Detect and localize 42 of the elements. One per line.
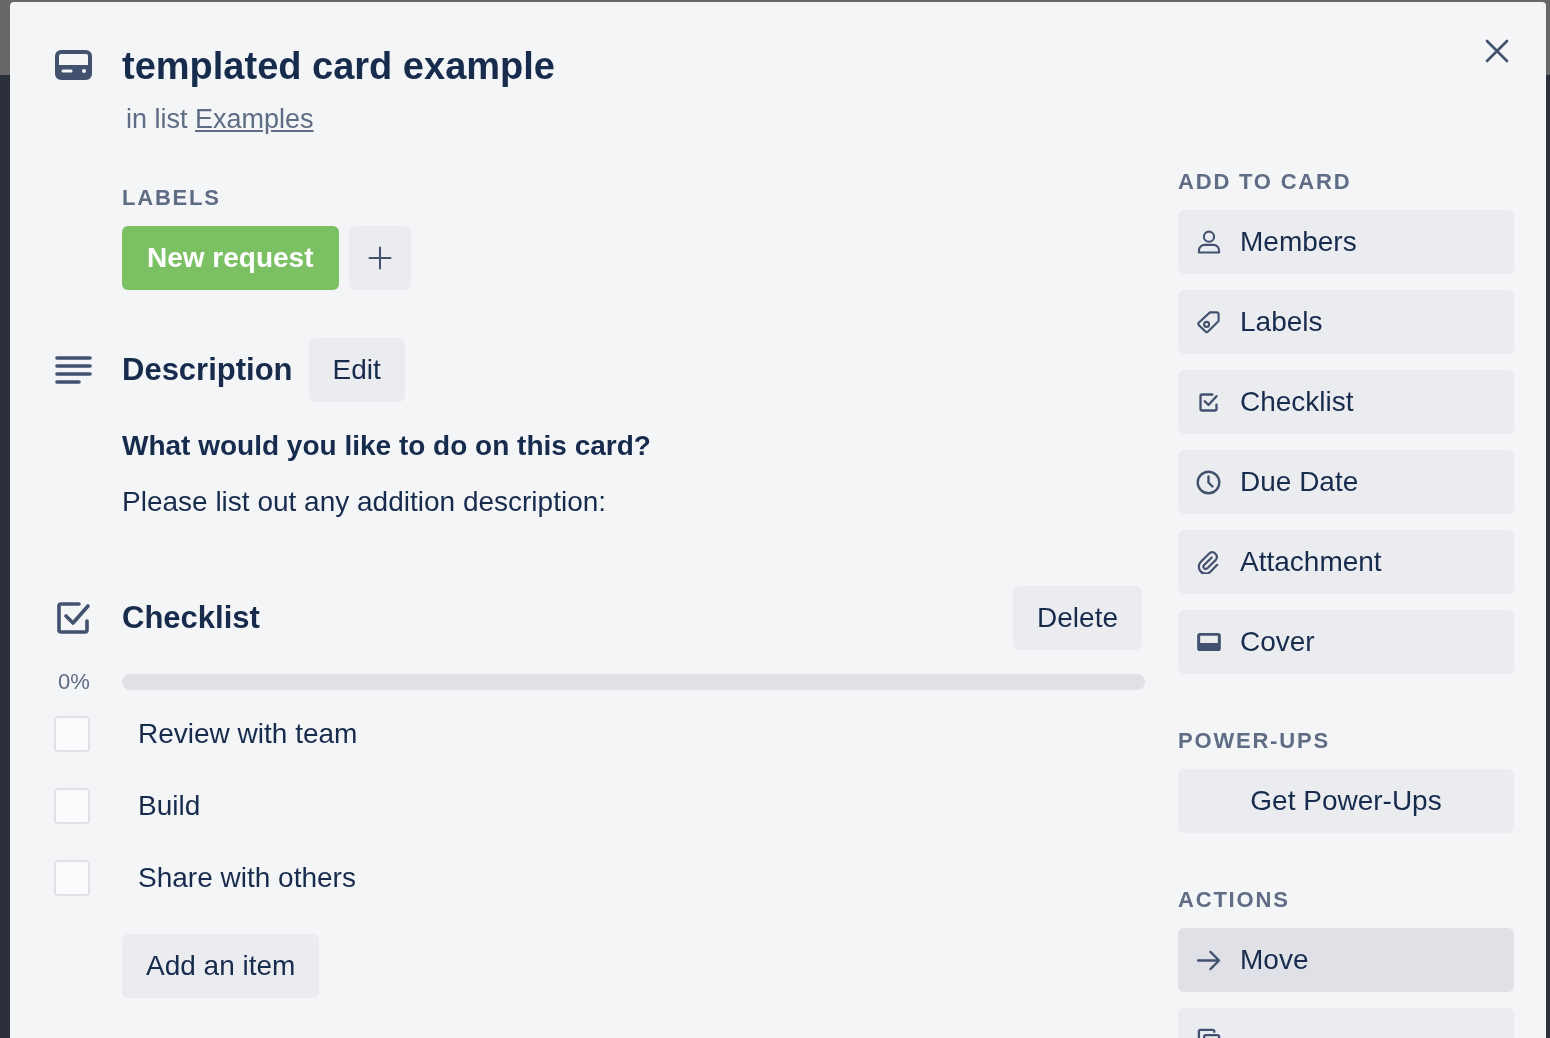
arrow-right-icon (1195, 949, 1222, 971)
description-text: Please list out any addition description: (122, 485, 607, 519)
checklist-item-text: Review with team (137, 717, 358, 751)
sidebar-button[interactable]: Labels (1178, 290, 1514, 354)
add-label-button[interactable] (348, 226, 411, 290)
sidebar-button[interactable]: Attachment (1178, 530, 1514, 594)
checkbox-icon (1198, 391, 1219, 413)
close-button[interactable] (1485, 39, 1509, 63)
person-icon (1196, 230, 1221, 254)
card-icon (55, 50, 92, 80)
checklist-item-text: Share with others (137, 861, 356, 895)
card-title: templated card example (122, 44, 555, 89)
section-heading: Description (122, 351, 293, 389)
section-caption: ACTIONS (1178, 888, 1290, 912)
sidebar-button[interactable]: Members (1178, 210, 1514, 274)
paperclip-icon (1197, 550, 1220, 574)
checklist-item-text: Build (137, 789, 201, 823)
text-lines-icon (55, 356, 92, 384)
section-caption: ADD TO CARD (1178, 170, 1352, 194)
description-heading: What would you like to do on this card? (122, 429, 651, 463)
close-icon (1485, 39, 1509, 63)
sidebar-button[interactable]: Move (1178, 928, 1514, 992)
section-caption: POWER-UPS (1178, 729, 1330, 753)
sidebar-button[interactable]: Get Power-Ups (1178, 769, 1514, 833)
sidebar-button[interactable]: Cover (1178, 610, 1514, 674)
progress-percent: 0% (57, 670, 91, 694)
checkbox[interactable] (54, 716, 90, 752)
section-caption: LABELS (122, 186, 221, 210)
plus-icon (367, 246, 392, 270)
list-link[interactable]: Examples (195, 104, 314, 134)
clock-icon (1196, 469, 1221, 495)
section-heading: Checklist (122, 599, 260, 637)
sidebar-button[interactable]: Due Date (1178, 450, 1514, 514)
tag-icon (1196, 310, 1221, 334)
checkbox-icon (55, 600, 91, 636)
delete-button[interactable]: Delete (1013, 586, 1142, 650)
list-subtitle: in list Examples (126, 103, 314, 135)
sidebar-button[interactable]: Checklist (1178, 370, 1514, 434)
checkbox[interactable] (54, 860, 90, 896)
add-item-button[interactable]: Add an item (122, 934, 320, 998)
checkbox[interactable] (54, 788, 90, 824)
edit-button[interactable]: Edit (308, 338, 405, 402)
